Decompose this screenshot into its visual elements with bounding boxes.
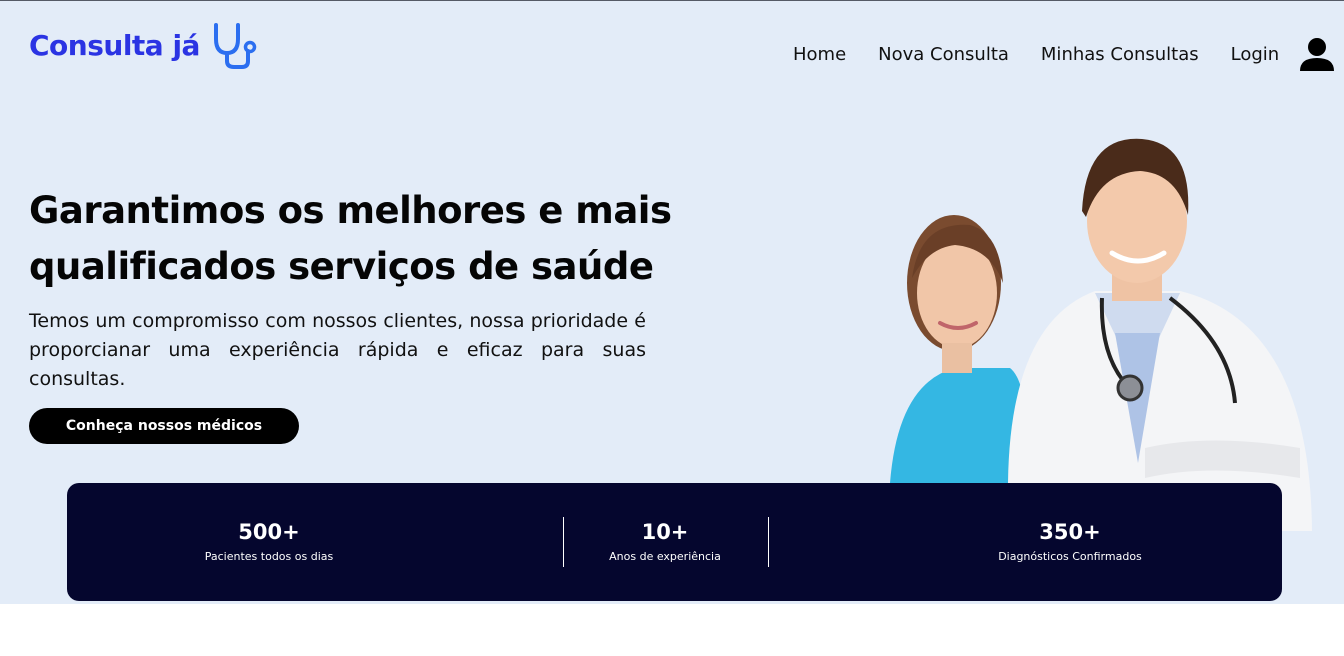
main-nav: Home Nova Consulta Minhas Consultas Logi… <box>793 37 1335 71</box>
meet-doctors-button[interactable]: Conheça nossos médicos <box>29 408 299 444</box>
user-icon[interactable] <box>1299 37 1335 71</box>
nav-nova-consulta[interactable]: Nova Consulta <box>878 44 1009 65</box>
brand-logo[interactable]: Consulta já <box>29 19 260 71</box>
stats-divider <box>768 517 769 567</box>
doctors-photo <box>890 138 1312 531</box>
hero-section: Consulta já Home Nova Consulta Minhas Co… <box>0 1 1344 604</box>
nav-minhas-consultas[interactable]: Minhas Consultas <box>1041 44 1199 65</box>
stats-divider <box>563 517 564 567</box>
stat-label: Diagnósticos Confirmados <box>998 550 1142 563</box>
stat-patients: 500+ Pacientes todos os dias <box>169 519 369 565</box>
stat-diagnoses: 350+ Diagnósticos Confirmados <box>960 519 1180 565</box>
stat-label: Anos de experiência <box>609 550 721 563</box>
stat-experience: 10+ Anos de experiência <box>585 519 745 565</box>
hero-lead-text: Temos um compromisso com nossos clientes… <box>29 310 646 390</box>
nav-login[interactable]: Login <box>1231 44 1280 65</box>
hero-headline: Garantimos os melhores e mais qualificad… <box>29 183 689 295</box>
nav-home[interactable]: Home <box>793 44 846 65</box>
stat-label: Pacientes todos os dias <box>204 550 334 563</box>
brand-name: Consulta já <box>29 28 200 62</box>
stethoscope-icon <box>213 23 257 69</box>
headline-line-1: Garantimos os melhores e mais <box>29 189 672 232</box>
stats-bar: 500+ Pacientes todos os dias 10+ Anos de… <box>67 483 1282 601</box>
stat-value: 10+ <box>641 520 689 544</box>
stat-value: 350+ <box>1039 520 1101 544</box>
headline-line-2: qualificados serviços de saúde <box>29 245 654 288</box>
stat-value: 500+ <box>238 520 300 544</box>
